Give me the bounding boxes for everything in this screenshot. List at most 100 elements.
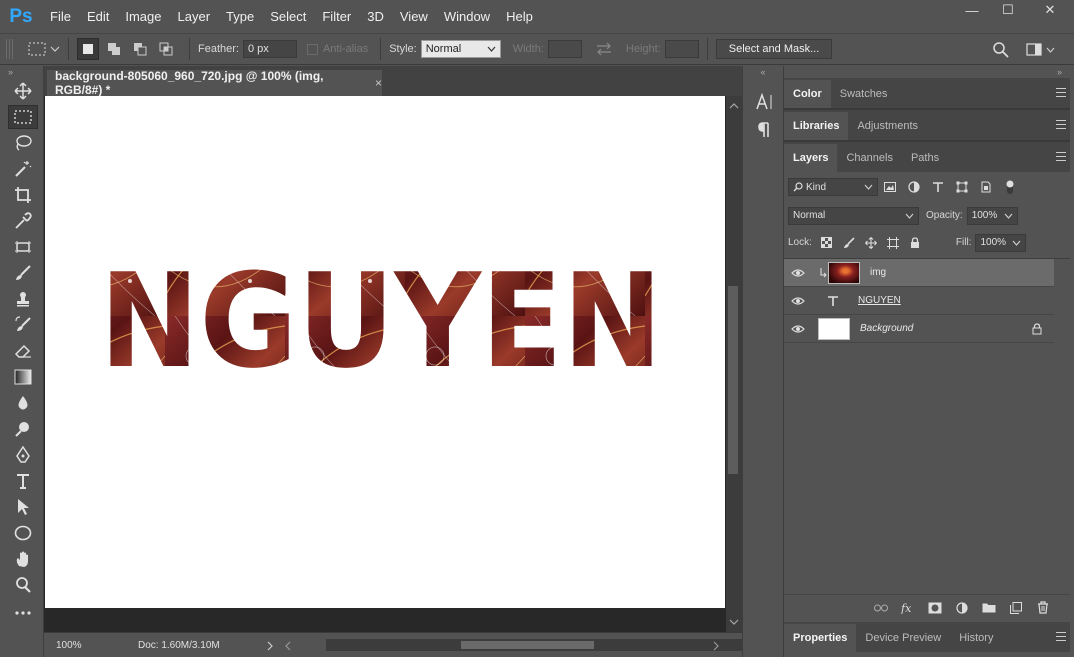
- menu-view[interactable]: View: [392, 0, 436, 33]
- tab-layers[interactable]: Layers: [784, 144, 838, 172]
- menu-help[interactable]: Help: [498, 0, 541, 33]
- new-adjustment-button[interactable]: [948, 601, 975, 614]
- lock-pixels-button[interactable]: [838, 236, 860, 249]
- scroll-left-icon[interactable]: [284, 641, 292, 651]
- menu-image[interactable]: Image: [117, 0, 169, 33]
- status-menu-arrow-icon[interactable]: [266, 641, 274, 651]
- close-button[interactable]: ✕: [1026, 0, 1074, 20]
- panel-menu-icon[interactable]: [1056, 120, 1066, 129]
- horizontal-scrollbar[interactable]: [326, 639, 758, 651]
- style-select[interactable]: Normal: [420, 40, 501, 58]
- crop-tool[interactable]: [8, 183, 38, 207]
- menu-layer[interactable]: Layer: [170, 0, 219, 33]
- scroll-up-icon[interactable]: [726, 100, 742, 112]
- layer-row-nguyen[interactable]: NGUYEN: [784, 287, 1054, 315]
- new-selection-button[interactable]: [77, 38, 99, 60]
- brush-tool[interactable]: [8, 261, 38, 285]
- link-layers-button[interactable]: [867, 604, 894, 612]
- lasso-tool[interactable]: [8, 131, 38, 155]
- menu-select[interactable]: Select: [262, 0, 314, 33]
- path-select-tool[interactable]: [8, 495, 38, 519]
- character-panel-button[interactable]: [743, 88, 785, 116]
- lock-position-button[interactable]: [860, 236, 882, 249]
- paragraph-panel-button[interactable]: [743, 116, 785, 144]
- select-and-mask-button[interactable]: Select and Mask...: [715, 39, 833, 59]
- layer-row-img[interactable]: img: [784, 259, 1054, 287]
- horizontal-scroll-thumb[interactable]: [461, 641, 594, 649]
- vertical-scroll-thumb[interactable]: [728, 286, 738, 474]
- opacity-input[interactable]: 100%: [966, 206, 1018, 225]
- tab-channels[interactable]: Channels: [837, 144, 901, 172]
- add-selection-button[interactable]: [103, 38, 125, 60]
- collapse-toolbar-icon[interactable]: »: [0, 66, 43, 78]
- tab-history[interactable]: History: [950, 624, 1002, 652]
- restore-button[interactable]: ☐: [990, 0, 1026, 20]
- lock-all-button[interactable]: [904, 236, 926, 249]
- layer-name-img[interactable]: img: [870, 267, 886, 278]
- layer-name-background[interactable]: Background: [860, 323, 913, 334]
- hand-tool[interactable]: [8, 547, 38, 571]
- lock-transparent-button[interactable]: [816, 237, 838, 248]
- workspace-switcher-icon[interactable]: [1026, 43, 1056, 57]
- menu-edit[interactable]: Edit: [79, 0, 117, 33]
- layer-row-background[interactable]: Background: [784, 315, 1054, 343]
- zoom-level[interactable]: 100%: [56, 640, 116, 651]
- document-canvas[interactable]: NGUYEN: [45, 96, 725, 608]
- history-brush-tool[interactable]: [8, 313, 38, 337]
- height-input[interactable]: [664, 40, 699, 58]
- blur-tool[interactable]: [8, 391, 38, 415]
- tab-color[interactable]: Color: [784, 80, 831, 108]
- menu-3d[interactable]: 3D: [359, 0, 392, 33]
- filter-toggle-switch[interactable]: [998, 179, 1022, 195]
- type-tool[interactable]: [8, 469, 38, 493]
- tool-preset-picker[interactable]: [28, 42, 60, 56]
- tab-libraries[interactable]: Libraries: [784, 112, 849, 140]
- layer-style-button[interactable]: fx: [894, 602, 921, 614]
- filter-pixel-button[interactable]: [878, 182, 902, 192]
- fill-input[interactable]: 100%: [975, 233, 1027, 252]
- dodge-tool[interactable]: [8, 417, 38, 441]
- tab-properties[interactable]: Properties: [784, 624, 857, 652]
- tab-swatches[interactable]: Swatches: [831, 80, 897, 108]
- search-icon[interactable]: [992, 41, 1010, 59]
- scroll-down-icon[interactable]: [726, 616, 742, 628]
- expand-panels-icon[interactable]: «: [743, 66, 783, 78]
- visibility-toggle[interactable]: [784, 268, 812, 278]
- eraser-tool[interactable]: [8, 339, 38, 363]
- menu-type[interactable]: Type: [218, 0, 262, 33]
- close-tab-icon[interactable]: ×: [375, 76, 382, 90]
- visibility-toggle[interactable]: [784, 324, 812, 334]
- menu-file[interactable]: File: [42, 0, 79, 33]
- panel-menu-icon[interactable]: [1056, 632, 1066, 641]
- swap-dimensions-icon[interactable]: [594, 42, 614, 56]
- menu-window[interactable]: Window: [436, 0, 498, 33]
- canvas-area[interactable]: NGUYEN: [44, 96, 726, 632]
- menu-filter[interactable]: Filter: [314, 0, 359, 33]
- panel-menu-icon[interactable]: [1056, 152, 1066, 161]
- width-input[interactable]: [547, 40, 582, 58]
- blend-mode-select[interactable]: Normal: [788, 206, 919, 225]
- ellipse-tool[interactable]: [8, 521, 38, 545]
- filter-shape-button[interactable]: [950, 181, 974, 193]
- layer-name-nguyen[interactable]: NGUYEN: [858, 295, 901, 306]
- magic-wand-tool[interactable]: [8, 157, 38, 181]
- options-grip[interactable]: [6, 39, 14, 59]
- tab-paths[interactable]: Paths: [902, 144, 948, 172]
- minimize-button[interactable]: —: [954, 0, 990, 20]
- tab-device-preview[interactable]: Device Preview: [856, 624, 950, 652]
- intersect-selection-button[interactable]: [155, 38, 177, 60]
- healing-tool[interactable]: [8, 235, 38, 259]
- tab-adjustments[interactable]: Adjustments: [848, 112, 927, 140]
- move-tool[interactable]: [8, 79, 38, 103]
- eyedropper-tool[interactable]: [8, 209, 38, 233]
- filter-type-button[interactable]: [926, 181, 950, 193]
- new-group-button[interactable]: [975, 602, 1002, 613]
- subtract-selection-button[interactable]: [129, 38, 151, 60]
- layer-kind-filter[interactable]: Kind: [788, 178, 878, 196]
- lock-artboard-button[interactable]: [882, 236, 904, 249]
- vertical-scrollbar[interactable]: [726, 96, 742, 632]
- feather-input[interactable]: 0 px: [242, 40, 297, 58]
- stamp-tool[interactable]: [8, 287, 38, 311]
- marquee-tool[interactable]: [8, 105, 38, 129]
- zoom-tool[interactable]: [8, 573, 38, 597]
